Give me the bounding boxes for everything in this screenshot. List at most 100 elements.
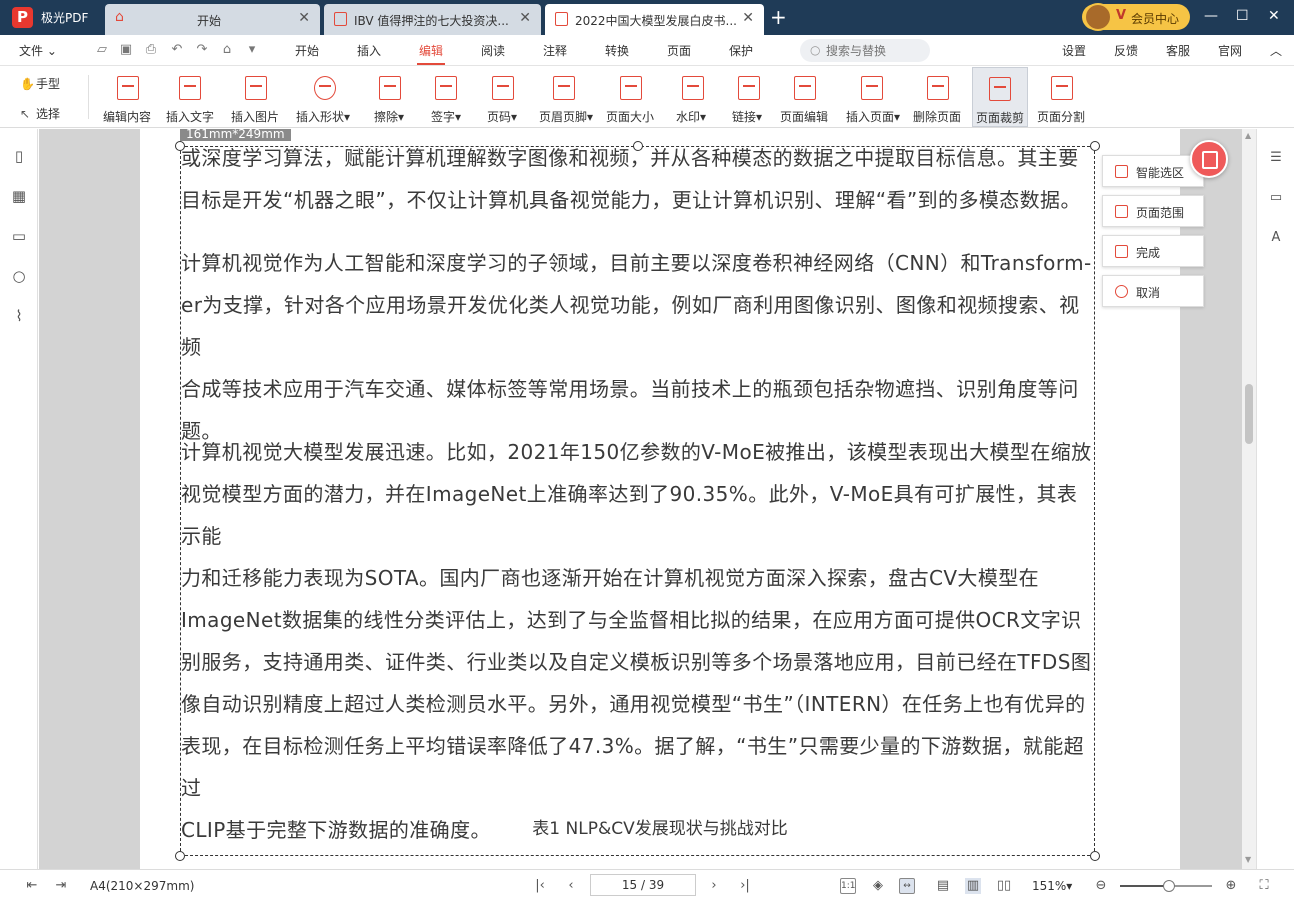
save-icon[interactable]: ▣ xyxy=(119,43,133,57)
next-view-icon[interactable]: ⇥ xyxy=(53,878,69,894)
hand-tool[interactable]: ✋手型 xyxy=(20,75,60,92)
left-sidebar: ▯ ▦ ▭ ○ ⌇ xyxy=(0,129,38,869)
tab-ibv-document[interactable]: IBV 值得押注的七大投资决... ✕ xyxy=(324,4,541,35)
feedback-link[interactable]: 反馈 xyxy=(1114,42,1138,59)
two-page-icon[interactable]: ▯▯ xyxy=(996,878,1012,894)
maximize-button[interactable]: ☐ xyxy=(1236,8,1249,24)
page-range-button[interactable]: 页面范围 xyxy=(1102,195,1204,227)
edit-content-button[interactable]: 编辑内容 xyxy=(100,67,156,127)
page-crop-button[interactable]: 页面裁剪 xyxy=(972,67,1028,127)
insert-page-icon xyxy=(861,76,883,100)
page-number-button[interactable]: 页码▾ xyxy=(484,67,526,127)
close-window-button[interactable]: ✕ xyxy=(1268,8,1280,24)
thumbnails-grid-icon[interactable]: ▦ xyxy=(10,187,28,205)
bookmark-icon[interactable]: ▯ xyxy=(10,147,28,165)
menu-tab-page[interactable]: 页面 xyxy=(667,42,691,59)
menu-tab-insert[interactable]: 插入 xyxy=(357,42,381,59)
actual-size-icon[interactable]: 1:1 xyxy=(840,878,856,894)
zoom-in-icon[interactable]: ⊕ xyxy=(1223,878,1239,894)
zoom-slider[interactable] xyxy=(1120,880,1212,892)
properties-sliders-icon[interactable]: ☰ xyxy=(1267,149,1285,167)
insert-image-button[interactable]: 插入图片 xyxy=(228,67,284,127)
settings-link[interactable]: 设置 xyxy=(1062,42,1086,59)
website-link[interactable]: 官网 xyxy=(1218,42,1242,59)
scroll-up-arrow-icon[interactable]: ▲ xyxy=(1245,131,1251,140)
scrollbar-thumb[interactable] xyxy=(1245,384,1253,444)
menu-tab-protect[interactable]: 保护 xyxy=(729,42,753,59)
link-button[interactable]: 链接▾ xyxy=(729,67,771,127)
status-bar: ⇤ ⇥ A4(210×297mm) |‹ ‹ › ›| 1:1 ◈ ↔ ▤ ▥ … xyxy=(0,869,1294,900)
previous-view-icon[interactable]: ⇤ xyxy=(24,878,40,894)
crop-handle-top-middle[interactable] xyxy=(633,141,643,151)
crop-handle-top-left[interactable] xyxy=(175,141,185,151)
single-page-icon[interactable]: ▥ xyxy=(965,878,981,894)
first-page-icon[interactable]: |‹ xyxy=(532,878,548,894)
smart-select-button[interactable]: 智能选区 xyxy=(1102,155,1204,187)
signature-button[interactable]: 签字▾ xyxy=(427,67,469,127)
open-folder-icon[interactable]: ▱ xyxy=(95,43,109,57)
menu-tab-start[interactable]: 开始 xyxy=(295,42,319,59)
zoom-level-dropdown[interactable]: 151%▾ xyxy=(1032,879,1072,893)
previous-page-icon[interactable]: ‹ xyxy=(563,878,579,894)
crop-handle-bottom-left[interactable] xyxy=(175,851,185,861)
crop-done-button[interactable]: 完成 xyxy=(1102,235,1204,267)
fit-page-icon[interactable]: ◈ xyxy=(870,878,886,894)
crop-cancel-button[interactable]: 取消 xyxy=(1102,275,1204,307)
collapse-ribbon-icon[interactable]: ︿ xyxy=(1270,42,1282,59)
search-icon[interactable]: ○ xyxy=(10,267,28,285)
new-tab-plus-icon[interactable]: + xyxy=(770,5,787,29)
erase-button[interactable]: 擦除▾ xyxy=(370,67,412,127)
crop-handle-top-right[interactable] xyxy=(1090,141,1100,151)
tab-llm-whitepaper[interactable]: 2022中国大模型发展白皮书... ✕ xyxy=(545,4,764,35)
search-replace-box[interactable]: ○ xyxy=(800,39,930,62)
close-icon[interactable]: ✕ xyxy=(298,10,310,26)
page-edit-button[interactable]: 页面编辑 xyxy=(777,67,833,127)
chevron-down-icon[interactable]: ▾ xyxy=(245,43,259,57)
insert-shape-button[interactable]: 插入形状▾ xyxy=(294,67,358,127)
watermark-icon xyxy=(682,76,704,100)
floating-assistant-icon[interactable] xyxy=(1190,140,1228,178)
redo-icon[interactable]: ↷ xyxy=(195,43,209,57)
header-footer-button[interactable]: 页眉页脚▾ xyxy=(537,67,599,127)
document-viewport[interactable]: 或深度学习算法，赋能计算机理解数字图像和视频，并从各种模态的数据之中提取目标信息… xyxy=(39,129,1242,869)
page-split-button[interactable]: 页面分割 xyxy=(1034,67,1090,127)
ai-assistant-icon[interactable]: A xyxy=(1267,229,1285,247)
undo-icon[interactable]: ↶ xyxy=(170,43,184,57)
comment-icon[interactable]: ▭ xyxy=(10,227,28,245)
delete-page-button[interactable]: 删除页面 xyxy=(910,67,966,127)
select-tool[interactable]: ↖ 选择 xyxy=(20,105,60,122)
tab-start[interactable]: ⌂ 开始 ✕ xyxy=(105,4,320,35)
next-page-icon[interactable]: › xyxy=(706,878,722,894)
vip-center-button[interactable]: V 会员中心 xyxy=(1082,3,1190,31)
insert-text-button[interactable]: 插入文字 xyxy=(162,67,218,127)
close-icon[interactable]: ✕ xyxy=(519,10,531,26)
fullscreen-icon[interactable]: ⛶ xyxy=(1256,878,1272,894)
fit-width-icon[interactable]: ↔ xyxy=(899,878,915,894)
minimize-button[interactable]: — xyxy=(1204,8,1218,24)
continuous-scroll-icon[interactable]: ▤ xyxy=(935,878,951,894)
file-menu[interactable]: 文件 ⌄ xyxy=(19,42,57,59)
search-input[interactable] xyxy=(826,42,926,59)
insert-page-button[interactable]: 插入页面▾ xyxy=(844,67,906,127)
menu-tab-annotate[interactable]: 注释 xyxy=(543,42,567,59)
page-size-button[interactable]: 页面大小 xyxy=(603,67,659,127)
home-icon[interactable]: ⌂ xyxy=(220,43,234,57)
scroll-down-arrow-icon[interactable]: ▼ xyxy=(1245,855,1251,864)
crop-handle-bottom-right[interactable] xyxy=(1090,851,1100,861)
support-link[interactable]: 客服 xyxy=(1166,42,1190,59)
crop-dimension-label: 161mm*249mm xyxy=(180,129,291,141)
menu-tab-read[interactable]: 阅读 xyxy=(481,42,505,59)
menu-tab-edit[interactable]: 编辑 xyxy=(416,42,446,65)
last-page-icon[interactable]: ›| xyxy=(737,878,753,894)
attachment-paperclip-icon[interactable]: ⌇ xyxy=(10,307,28,325)
chat-ai-icon[interactable]: ▭ xyxy=(1267,189,1285,207)
zoom-slider-thumb[interactable] xyxy=(1162,880,1175,892)
print-icon[interactable]: ⎙ xyxy=(144,43,158,57)
watermark-button[interactable]: 水印▾ xyxy=(673,67,715,127)
menu-tab-convert[interactable]: 转换 xyxy=(605,42,629,59)
page-number-input[interactable] xyxy=(590,874,696,896)
zoom-out-icon[interactable]: ⊖ xyxy=(1093,878,1109,894)
crop-selection-box[interactable] xyxy=(180,146,1095,856)
close-icon[interactable]: ✕ xyxy=(742,10,754,26)
vertical-scrollbar[interactable]: ▲ ▼ xyxy=(1242,129,1256,869)
